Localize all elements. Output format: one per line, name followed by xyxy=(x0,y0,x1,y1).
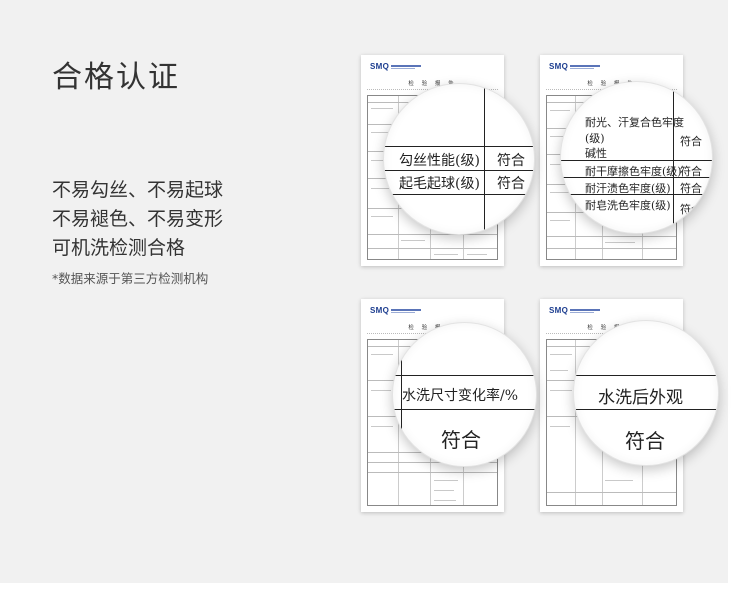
test-result: 符合 xyxy=(497,176,525,192)
test-result: 符合 xyxy=(625,429,665,453)
magnifier-lens: 勾丝性能(级) 符合 起毛起球(级) 符合 xyxy=(383,83,535,235)
smq-logo: SMQ xyxy=(370,306,422,315)
test-item-label: 水洗后外观 xyxy=(598,388,683,408)
test-item-label: 水洗尺寸变化率/% xyxy=(402,388,519,404)
test-item-label: 起毛起球(级) xyxy=(399,176,480,192)
test-item-label: 碱性 xyxy=(585,147,607,160)
feature-line: 可机洗检测合格 xyxy=(52,237,186,259)
test-result: 符合 xyxy=(441,428,481,452)
smq-logo: SMQ xyxy=(370,62,422,71)
smq-logo: SMQ xyxy=(549,62,601,71)
test-result: 符合 xyxy=(680,165,702,178)
magnifier-lens: 耐光、汗复合色牢度 (级) 碱性 符合 耐干摩擦色牢度(级) 符合 耐汗渍色牢度… xyxy=(560,81,713,234)
feature-line: 不易勾丝、不易起球 xyxy=(52,179,224,201)
magnifier-lens: 水洗尺寸变化率/% 符合 xyxy=(392,322,537,467)
source-note: *数据来源于第三方检测机构 xyxy=(52,271,209,286)
test-item-label: 耐汗渍色牢度(级) xyxy=(585,182,671,195)
magnifier-lens: 水洗后外观 符合 xyxy=(573,320,719,466)
smq-logo: SMQ xyxy=(549,306,601,315)
test-item-label: 耐皂洗色牢度(级) xyxy=(585,199,671,212)
feature-list: 不易勾丝、不易起球 不易褪色、不易变形 可机洗检测合格 xyxy=(52,176,223,263)
page-title: 合格认证 xyxy=(52,60,180,95)
test-result: 符合 xyxy=(680,135,702,148)
test-item-label: 耐干摩擦色牢度(级) xyxy=(585,165,682,178)
feature-line: 不易褪色、不易变形 xyxy=(52,208,224,230)
test-item-label: (级) xyxy=(585,132,605,145)
test-result: 符合 xyxy=(680,182,702,195)
test-result: 符合 xyxy=(497,153,525,169)
test-item-label: 耐光、汗复合色牢度 xyxy=(585,116,684,129)
test-item-label: 勾丝性能(级) xyxy=(399,153,480,169)
test-result: 符合 xyxy=(680,203,702,216)
